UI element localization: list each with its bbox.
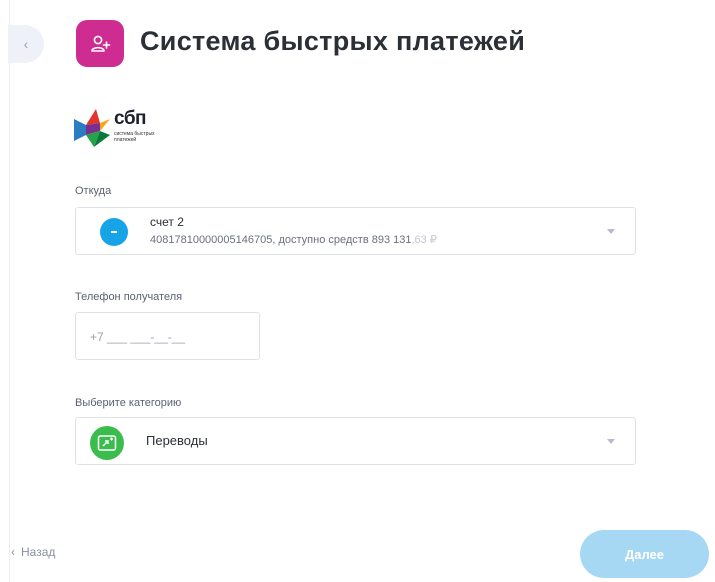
sbp-logo-name: сбп (114, 108, 147, 129)
chevron-down-icon (607, 439, 615, 444)
next-button[interactable]: Далее (580, 530, 709, 578)
from-label: Откуда (75, 185, 112, 197)
chevron-left-icon: ‹ (11, 545, 15, 559)
left-divider (9, 0, 10, 582)
back-label: Назад (21, 545, 56, 559)
account-name: счет 2 (150, 215, 184, 229)
back-button[interactable]: ‹ Назад (11, 545, 55, 559)
chevron-left-icon: ‹ (23, 36, 29, 52)
transfer-icon (90, 426, 124, 460)
account-detail: 40817810000005146705, доступно средств 8… (150, 233, 437, 246)
next-label: Далее (624, 546, 665, 562)
account-icon (100, 218, 128, 246)
collapse-sidebar-button[interactable]: ‹ (8, 25, 44, 63)
account-number-balance: 40817810000005146705, доступно средств 8… (150, 234, 412, 246)
phone-placeholder: +7 ___ ___-__-__ (90, 330, 186, 344)
account-balance-kopecks: ,63 ₽ (411, 234, 437, 246)
category-select[interactable]: Переводы (75, 417, 636, 465)
phone-label: Телефон получателя (75, 291, 183, 303)
sbp-logo-subtitle: система быстрых платежей (114, 131, 155, 143)
chevron-down-icon (607, 229, 615, 234)
from-account-select[interactable]: счет 2 40817810000005146705, доступно ср… (75, 207, 636, 255)
category-label: Выберите категорию (75, 397, 182, 409)
category-value: Переводы (146, 433, 208, 448)
page-title: Система быстрых платежей (140, 26, 526, 56)
phone-input[interactable]: +7 ___ ___-__-__ (75, 312, 260, 360)
user-plus-icon (76, 20, 124, 67)
